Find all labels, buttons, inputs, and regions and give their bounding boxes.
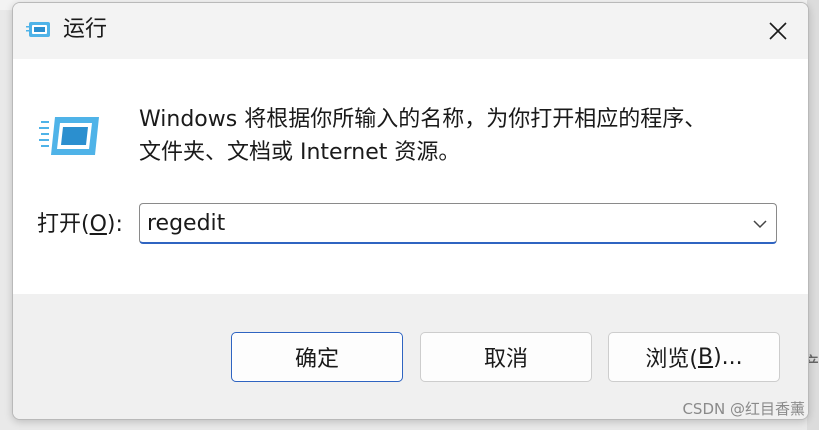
open-label-accesskey: O — [89, 212, 107, 237]
description-line-2: 文件夹、文档或 Internet 资源。 — [139, 140, 461, 165]
dialog-content: Windows 将根据你所输入的名称，为你打开相应的程序、 文件夹、文档或 In… — [13, 59, 808, 294]
run-dialog: 运行 Windows 将根据你所输入的名称，为你打开相应的程序、 文件夹、文档或… — [12, 2, 809, 420]
close-button[interactable] — [748, 3, 808, 59]
browse-label-prefix: 浏览( — [645, 347, 698, 372]
open-label-prefix: 打开( — [37, 212, 90, 237]
browse-label-accesskey: B — [697, 344, 714, 370]
title-bar[interactable]: 运行 — [13, 3, 808, 59]
dropdown-button[interactable] — [750, 214, 770, 234]
watermark: CSDN @红目香薰 — [682, 400, 805, 418]
browse-label-suffix: )... — [713, 344, 743, 370]
dialog-description: Windows 将根据你所输入的名称，为你打开相应的程序、 文件夹、文档或 In… — [139, 103, 779, 169]
chevron-down-icon — [753, 220, 767, 229]
window-title: 运行 — [63, 17, 108, 42]
description-line-1: Windows 将根据你所输入的名称，为你打开相应的程序、 — [139, 107, 707, 132]
open-label: 打开(O): — [37, 209, 123, 241]
browse-button[interactable]: 浏览(B)... — [608, 332, 780, 382]
run-app-icon — [26, 22, 50, 37]
open-input[interactable] — [140, 204, 737, 242]
ok-button[interactable]: 确定 — [231, 332, 403, 382]
open-combobox[interactable] — [139, 203, 777, 244]
run-app-icon — [39, 117, 99, 155]
close-icon — [769, 22, 787, 40]
cancel-button[interactable]: 取消 — [420, 332, 592, 382]
open-label-suffix: ): — [106, 212, 123, 237]
